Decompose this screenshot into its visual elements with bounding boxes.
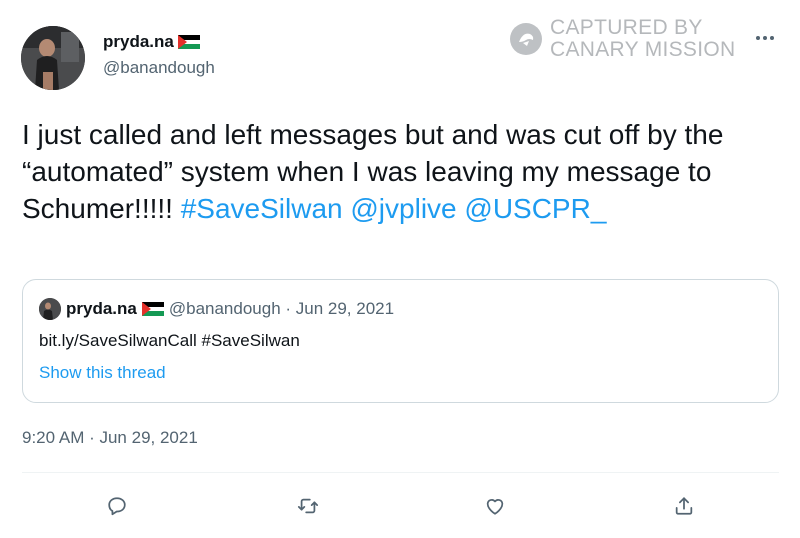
canary-mission-logo: [510, 23, 542, 55]
quoted-text: bit.ly/SaveSilwanCall #SaveSilwan: [39, 331, 300, 350]
tweet-text: I just called and left messages but and …: [22, 116, 782, 227]
palestine-flag-icon: [177, 35, 200, 49]
tweet: pryda.na @banandough CAPTURED BY CANARY …: [0, 0, 800, 538]
action-bar: [0, 488, 800, 524]
mention-link[interactable]: @USCPR_: [464, 193, 606, 224]
hashtag-link[interactable]: #SaveSilwan: [181, 193, 343, 224]
canary-mission-watermark: CAPTURED BY CANARY MISSION: [510, 17, 735, 61]
quoted-tweet-header: pryda.na @banandough · Jun 29, 2021: [39, 298, 394, 320]
author-handle[interactable]: @banandough: [103, 58, 215, 78]
divider: [22, 472, 779, 473]
quoted-display-name: pryda.na: [66, 299, 137, 318]
share-icon[interactable]: [666, 488, 702, 524]
more-icon[interactable]: [752, 28, 778, 48]
author-name-row[interactable]: pryda.na: [103, 32, 200, 52]
show-thread-link[interactable]: Show this thread: [39, 363, 166, 383]
like-icon[interactable]: [477, 488, 513, 524]
retweet-icon[interactable]: [290, 488, 326, 524]
watermark-line1: CAPTURED BY: [550, 16, 703, 39]
tweet-timestamp[interactable]: 9:20 AM · Jun 29, 2021: [22, 428, 198, 448]
quoted-meta: @banandough · Jun 29, 2021: [168, 299, 395, 318]
watermark-line2: CANARY MISSION: [550, 38, 736, 61]
palestine-flag-icon: [141, 302, 164, 316]
mention-link[interactable]: @jvplive: [350, 193, 456, 224]
watermark-text: CAPTURED BY CANARY MISSION: [550, 17, 735, 61]
reply-icon[interactable]: [99, 488, 135, 524]
quoted-avatar: [39, 298, 61, 320]
avatar[interactable]: [21, 26, 85, 90]
quoted-tweet[interactable]: pryda.na @banandough · Jun 29, 2021 bit.…: [22, 279, 779, 403]
author-display-name[interactable]: pryda.na: [103, 32, 174, 52]
